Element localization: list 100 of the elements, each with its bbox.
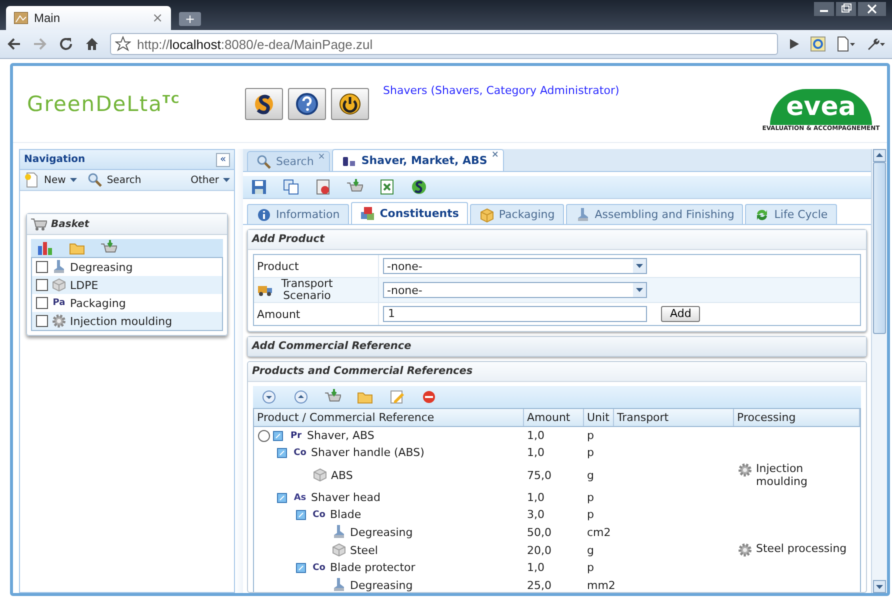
panel-title: Navigation — [24, 154, 86, 165]
header-button[interactable] — [331, 88, 369, 120]
move-up-icon[interactable] — [293, 389, 309, 405]
play-icon[interactable] — [788, 38, 800, 50]
scroll-thumb[interactable] — [873, 162, 886, 334]
power-icon — [337, 91, 363, 117]
column-header[interactable]: Product / Commercial Reference — [254, 409, 524, 426]
processing-text: Steel processing — [756, 542, 847, 555]
checkbox[interactable] — [36, 279, 48, 291]
star-icon[interactable] — [115, 36, 131, 52]
splitter-handle[interactable] — [235, 149, 243, 593]
table-cell-text: 25,0 — [526, 578, 552, 592]
table-cell-text: 1,0 — [526, 560, 546, 576]
table-cell-text: 1,0 — [526, 445, 546, 461]
cube-icon — [331, 542, 347, 558]
cart-icon — [31, 217, 47, 231]
section-tab[interactable]: Packaging — [470, 204, 564, 224]
table-cell-text: 75,0 — [526, 468, 552, 484]
spreadsheet-icon[interactable] — [379, 179, 395, 195]
scrollbar[interactable] — [871, 149, 887, 593]
wrench-menu-icon[interactable] — [866, 36, 886, 52]
type-mark: Co — [292, 448, 308, 458]
column-header[interactable]: Unit — [584, 409, 614, 426]
save-icon[interactable] — [251, 179, 267, 195]
gear-icon — [737, 542, 753, 558]
collapse-button[interactable]: « — [216, 152, 230, 166]
move-down-icon[interactable] — [261, 389, 277, 405]
tree-item[interactable]: Blade protector — [330, 561, 416, 574]
minimize-icon[interactable] — [814, 2, 834, 16]
collapse-toggle-icon[interactable] — [277, 448, 287, 458]
delete-icon[interactable] — [421, 389, 437, 405]
tree-item[interactable]: Blade — [330, 508, 362, 521]
add-button[interactable]: Add — [661, 306, 700, 322]
collapse-toggle-icon[interactable] — [277, 492, 287, 502]
close-tab-button[interactable]: × — [152, 10, 163, 26]
collapse-toggle-icon[interactable] — [273, 430, 283, 440]
search-icon — [86, 172, 103, 188]
new-tab-button[interactable]: + — [179, 12, 201, 26]
group-title[interactable]: Products and Commercial References — [248, 362, 866, 382]
tree-item[interactable]: Shaver head — [311, 491, 380, 504]
tree-item[interactable]: Shaver, ABS — [307, 429, 374, 442]
table-cell-text: p — [586, 428, 595, 444]
new-document-icon — [24, 172, 40, 188]
column-header[interactable]: Amount — [524, 409, 584, 426]
reload-icon[interactable] — [58, 36, 74, 52]
section-tab[interactable]: Constituents — [350, 202, 468, 224]
tree-item[interactable]: Steel — [350, 544, 378, 556]
radio-button[interactable] — [258, 430, 270, 442]
section-tab[interactable]: Information — [247, 204, 349, 224]
cube-icon — [312, 467, 328, 483]
bar-chart-icon[interactable] — [37, 240, 53, 256]
browser-tab[interactable]: Main × — [6, 6, 171, 30]
panel-title: Basket — [51, 218, 90, 230]
page-menu-icon[interactable] — [836, 36, 856, 52]
report-icon[interactable] — [315, 179, 331, 195]
group-title[interactable]: Add Product — [248, 230, 866, 250]
processing-text: Injection moulding — [756, 462, 808, 488]
search-icon — [256, 154, 272, 170]
tree-item[interactable]: ABS — [331, 468, 353, 482]
collapse-toggle-icon[interactable] — [296, 562, 306, 572]
input-field[interactable]: 1 — [383, 306, 647, 322]
scroll-down-icon[interactable] — [873, 580, 886, 593]
header-button[interactable] — [288, 88, 326, 120]
restore-icon[interactable] — [836, 2, 856, 16]
collapse-toggle-icon[interactable] — [296, 510, 306, 520]
copy-icon[interactable] — [283, 179, 299, 195]
header-button[interactable] — [245, 88, 283, 120]
new-menu-button[interactable]: New — [24, 172, 77, 188]
scroll-up-icon[interactable] — [873, 149, 886, 162]
tree-item[interactable]: Degreasing — [350, 526, 413, 538]
home-icon[interactable] — [84, 36, 100, 52]
swirl-logo-icon[interactable] — [411, 179, 427, 195]
checkbox[interactable] — [36, 261, 48, 273]
table-cell-text: p — [586, 490, 595, 506]
other-menu-button[interactable]: Other — [186, 174, 230, 186]
checkbox[interactable] — [36, 315, 48, 327]
search-menu-button[interactable]: Search — [86, 172, 142, 188]
user-link[interactable]: Shavers (Shavers, Category Administrator) — [383, 84, 761, 97]
section-tab[interactable]: Life Cycle — [745, 204, 837, 224]
address-bar[interactable]: http://localhost:8080/e-dea/MainPage.zul — [110, 33, 778, 55]
blocks-icon — [360, 206, 376, 222]
checkbox[interactable] — [36, 297, 48, 309]
tree-item[interactable]: Degreasing — [350, 578, 413, 592]
tree-item[interactable]: Shaver handle (ABS) — [311, 446, 424, 459]
back-icon[interactable] — [6, 36, 22, 52]
column-header[interactable]: Processing — [734, 409, 860, 426]
close-tab-button[interactable]: × — [491, 150, 499, 160]
close-icon[interactable] — [858, 2, 886, 16]
dropdown-field[interactable]: -none- — [383, 282, 647, 298]
document-tab[interactable]: Shaver, Market, ABS × — [332, 149, 504, 171]
group-title[interactable]: Add Commercial Reference — [248, 337, 866, 356]
section-tab[interactable]: Assembling and Finishing — [566, 204, 744, 224]
column-header[interactable]: Transport — [614, 409, 734, 426]
basket-item[interactable]: LDPE — [70, 278, 98, 292]
basket-item[interactable]: Degreasing — [70, 260, 133, 274]
basket-item[interactable]: Packaging — [70, 296, 126, 310]
dropdown-field[interactable]: -none- — [383, 258, 647, 274]
table-cell-text: 50,0 — [526, 524, 552, 540]
edit-icon[interactable] — [389, 389, 405, 405]
table-cell-text: cm2 — [586, 524, 612, 540]
